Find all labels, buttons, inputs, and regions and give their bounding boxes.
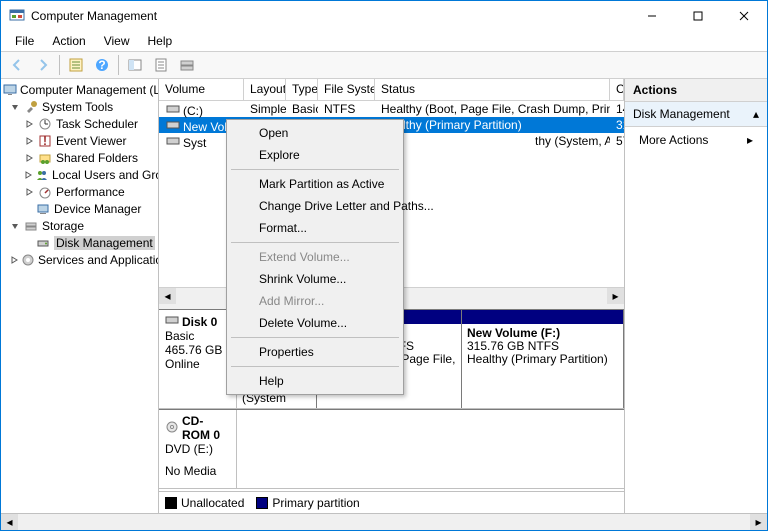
expand-icon[interactable] bbox=[23, 118, 35, 130]
performance-icon bbox=[37, 184, 53, 200]
more-actions[interactable]: More Actions ▸ bbox=[625, 127, 767, 153]
back-button[interactable] bbox=[5, 54, 29, 76]
more-button[interactable] bbox=[175, 54, 199, 76]
refresh-button[interactable] bbox=[123, 54, 147, 76]
tree-shared-folders[interactable]: Shared Folders bbox=[1, 149, 158, 166]
actions-pane: Actions Disk Management ▴ More Actions ▸ bbox=[624, 79, 767, 513]
disk-icon bbox=[165, 314, 179, 329]
volume-list-header: Volume Layout Type File System Status C bbox=[159, 79, 624, 101]
storage-icon bbox=[23, 218, 39, 234]
clock-icon bbox=[37, 116, 53, 132]
disk-row: CD-ROM 0 DVD (E:) No Media bbox=[159, 409, 624, 489]
ctx-format[interactable]: Format... bbox=[229, 217, 401, 239]
tree-task-scheduler[interactable]: Task Scheduler bbox=[1, 115, 158, 132]
expand-icon[interactable] bbox=[23, 135, 35, 147]
actions-header: Actions bbox=[625, 79, 767, 102]
computer-icon bbox=[3, 82, 17, 98]
collapse-up-icon: ▴ bbox=[753, 107, 759, 121]
tree-root[interactable]: Computer Management (Local bbox=[1, 81, 158, 98]
scroll-left-icon[interactable]: ◂ bbox=[1, 514, 18, 530]
ctx-mark-active[interactable]: Mark Partition as Active bbox=[229, 173, 401, 195]
ctx-open[interactable]: Open bbox=[229, 122, 401, 144]
col-type[interactable]: Type bbox=[286, 79, 318, 100]
legend-unallocated-icon bbox=[165, 497, 177, 509]
device-icon bbox=[35, 201, 51, 217]
actions-section[interactable]: Disk Management ▴ bbox=[625, 102, 767, 127]
menu-view[interactable]: View bbox=[96, 32, 138, 50]
services-icon bbox=[21, 252, 35, 268]
scroll-right-icon[interactable]: ▸ bbox=[750, 514, 767, 530]
folder-share-icon bbox=[37, 150, 53, 166]
app-icon bbox=[9, 7, 25, 26]
minimize-button[interactable] bbox=[629, 1, 675, 31]
volume-row[interactable]: (C:) Simple Basic NTFS Healthy (Boot, Pa… bbox=[159, 101, 624, 117]
ctx-shrink-volume[interactable]: Shrink Volume... bbox=[229, 268, 401, 290]
volume-list: Volume Layout Type File System Status C … bbox=[159, 79, 624, 309]
scroll-right-icon[interactable]: ▸ bbox=[607, 288, 624, 304]
legend-primary-icon bbox=[256, 497, 268, 509]
menu-file[interactable]: File bbox=[7, 32, 42, 50]
tree-disk-management[interactable]: Disk Management bbox=[1, 234, 158, 251]
forward-button[interactable] bbox=[31, 54, 55, 76]
col-filesystem[interactable]: File System bbox=[318, 79, 375, 100]
users-icon bbox=[35, 167, 49, 183]
tree-services-apps[interactable]: Services and Applications bbox=[1, 251, 158, 268]
close-button[interactable] bbox=[721, 1, 767, 31]
maximize-button[interactable] bbox=[675, 1, 721, 31]
expand-icon[interactable] bbox=[23, 169, 33, 181]
event-icon: ! bbox=[37, 133, 53, 149]
help-button[interactable]: ? bbox=[90, 54, 114, 76]
cdrom-icon bbox=[165, 420, 179, 437]
toolbar: ? bbox=[1, 51, 767, 79]
ctx-explore[interactable]: Explore bbox=[229, 144, 401, 166]
collapse-icon[interactable] bbox=[9, 220, 21, 232]
svg-text:?: ? bbox=[98, 58, 105, 72]
navigation-tree: Computer Management (Local System Tools … bbox=[1, 79, 159, 513]
col-layout[interactable]: Layout bbox=[244, 79, 286, 100]
ctx-help[interactable]: Help bbox=[229, 370, 401, 392]
menu-action[interactable]: Action bbox=[44, 32, 93, 50]
expand-icon[interactable] bbox=[23, 152, 35, 164]
tree-local-users[interactable]: Local Users and Groups bbox=[1, 166, 158, 183]
ctx-delete-volume[interactable]: Delete Volume... bbox=[229, 312, 401, 334]
window-bottom-scrollbar[interactable]: ◂ ▸ bbox=[1, 513, 767, 530]
disk-label[interactable]: CD-ROM 0 DVD (E:) No Media bbox=[159, 410, 237, 488]
expand-icon[interactable] bbox=[23, 186, 35, 198]
window-title: Computer Management bbox=[31, 9, 157, 23]
svg-text:!: ! bbox=[43, 134, 47, 148]
tree-event-viewer[interactable]: ! Event Viewer bbox=[1, 132, 158, 149]
disk-icon bbox=[35, 235, 51, 251]
volume-icon bbox=[165, 117, 181, 133]
context-menu: Open Explore Mark Partition as Active Ch… bbox=[226, 119, 404, 395]
menu-help[interactable]: Help bbox=[140, 32, 181, 50]
show-hide-tree-button[interactable] bbox=[64, 54, 88, 76]
col-status[interactable]: Status bbox=[375, 79, 610, 100]
view-settings-button[interactable] bbox=[149, 54, 173, 76]
tree-system-tools[interactable]: System Tools bbox=[1, 98, 158, 115]
tools-icon bbox=[23, 99, 39, 115]
col-volume[interactable]: Volume bbox=[159, 79, 244, 100]
ctx-add-mirror: Add Mirror... bbox=[229, 290, 401, 312]
volume-icon bbox=[165, 101, 181, 117]
ctx-extend-volume: Extend Volume... bbox=[229, 246, 401, 268]
tree-device-manager[interactable]: Device Manager bbox=[1, 200, 158, 217]
scroll-left-icon[interactable]: ◂ bbox=[159, 288, 176, 304]
collapse-icon[interactable] bbox=[9, 101, 21, 113]
partition-f[interactable]: New Volume (F:) 315.76 GB NTFS Healthy (… bbox=[462, 310, 624, 408]
ctx-properties[interactable]: Properties bbox=[229, 341, 401, 363]
expand-icon[interactable] bbox=[9, 254, 19, 266]
tree-performance[interactable]: Performance bbox=[1, 183, 158, 200]
col-c[interactable]: C bbox=[610, 79, 624, 100]
tree-storage[interactable]: Storage bbox=[1, 217, 158, 234]
menu-bar: File Action View Help bbox=[1, 31, 767, 51]
chevron-right-icon: ▸ bbox=[747, 133, 753, 147]
center-pane: Volume Layout Type File System Status C … bbox=[159, 79, 624, 513]
volume-icon bbox=[165, 133, 181, 149]
legend: Unallocated Primary partition bbox=[159, 491, 624, 513]
ctx-change-drive-letter[interactable]: Change Drive Letter and Paths... bbox=[229, 195, 401, 217]
title-bar: Computer Management bbox=[1, 1, 767, 31]
